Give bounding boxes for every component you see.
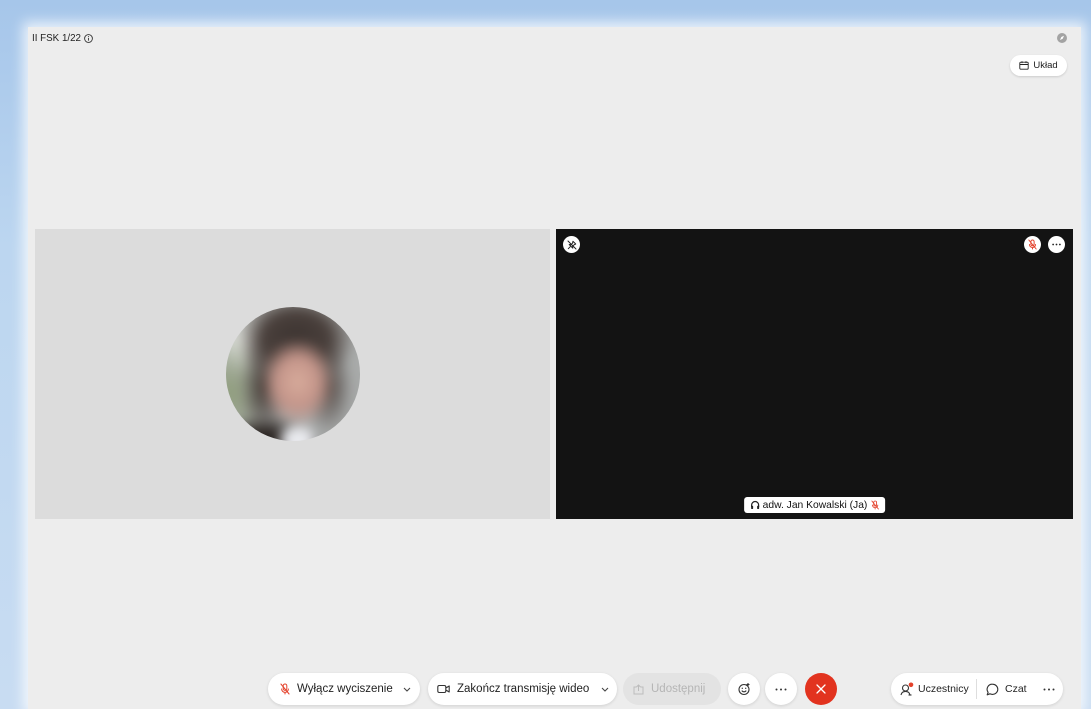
self-name-text: adw. Jan Kowalski (Ja) (762, 499, 868, 511)
share-button-label: Udostępnij (651, 683, 706, 695)
chat-button-label: Czat (1005, 683, 1027, 695)
avatar-photo (225, 307, 360, 441)
chevron-down-icon (403, 687, 411, 692)
info-icon[interactable] (84, 33, 93, 43)
participants-icon (900, 682, 914, 696)
participants-button-label: Uczestnicy (918, 683, 969, 695)
leave-meeting-button[interactable] (805, 673, 837, 705)
stop-video-button-label: Zakończ transmisję wideo (457, 683, 590, 695)
self-name-label: adw. Jan Kowalski (Ja) (743, 497, 886, 513)
self-mute-status-button[interactable] (1024, 236, 1041, 253)
video-control: Zakończ transmisję wideo (428, 673, 617, 705)
more-icon (1052, 243, 1061, 246)
smiley-icon (738, 683, 750, 696)
layout-button[interactable]: Układ (1010, 55, 1067, 76)
app-window: { "meeting": { "title": "II FSK 1/22", "… (0, 0, 1091, 709)
unpin-button[interactable] (563, 236, 580, 253)
remote-participant-tile[interactable] (35, 229, 550, 519)
meeting-controls-toolbar: Wyłącz wyciszenie Zakończ transmisję wid… (28, 673, 1081, 705)
chevron-down-icon (601, 687, 609, 692)
more-icon (775, 688, 787, 690)
more-icon (1043, 688, 1055, 690)
chat-icon (986, 683, 999, 695)
layout-button-label: Układ (1033, 60, 1058, 71)
unmute-button[interactable]: Wyłącz wyciszenie (268, 673, 398, 705)
chat-button[interactable]: Czat (977, 673, 1035, 705)
mic-muted-icon (280, 683, 290, 695)
more-options-button[interactable] (765, 673, 797, 705)
unpin-icon (567, 240, 576, 249)
share-icon (633, 683, 644, 694)
reactions-button[interactable] (728, 673, 760, 705)
close-icon (816, 684, 826, 694)
avatar (225, 307, 360, 441)
mic-muted-icon (871, 500, 880, 510)
unmute-button-label: Wyłącz wyciszenie (297, 683, 393, 695)
mic-muted-icon (1028, 239, 1037, 250)
share-button-content: Udostępnij (623, 673, 721, 705)
meeting-stage: II FSK 1/22 Układ adw. Jan Kowalski (Ja)… (28, 27, 1081, 709)
participants-button[interactable]: Uczestnicy (891, 673, 976, 705)
connection-status-icon[interactable] (1057, 33, 1067, 43)
share-button[interactable]: Udostępnij (623, 673, 721, 705)
camera-icon (437, 684, 450, 694)
layout-icon (1019, 61, 1029, 70)
meeting-title[interactable]: II FSK 1/22 (32, 31, 93, 45)
meeting-title-text: II FSK 1/22 (32, 32, 82, 44)
side-more-button[interactable] (1035, 673, 1063, 705)
video-options-button[interactable] (596, 673, 614, 705)
unmute-control: Wyłącz wyciszenie (268, 673, 420, 705)
audio-options-button[interactable] (398, 673, 416, 705)
stop-video-button[interactable]: Zakończ transmisję wideo (428, 673, 596, 705)
headphones-icon (750, 500, 759, 509)
tile-more-button[interactable] (1048, 236, 1065, 253)
side-controls: Uczestnicy Czat (891, 673, 1063, 705)
self-view-tile[interactable]: adw. Jan Kowalski (Ja) (556, 229, 1073, 519)
